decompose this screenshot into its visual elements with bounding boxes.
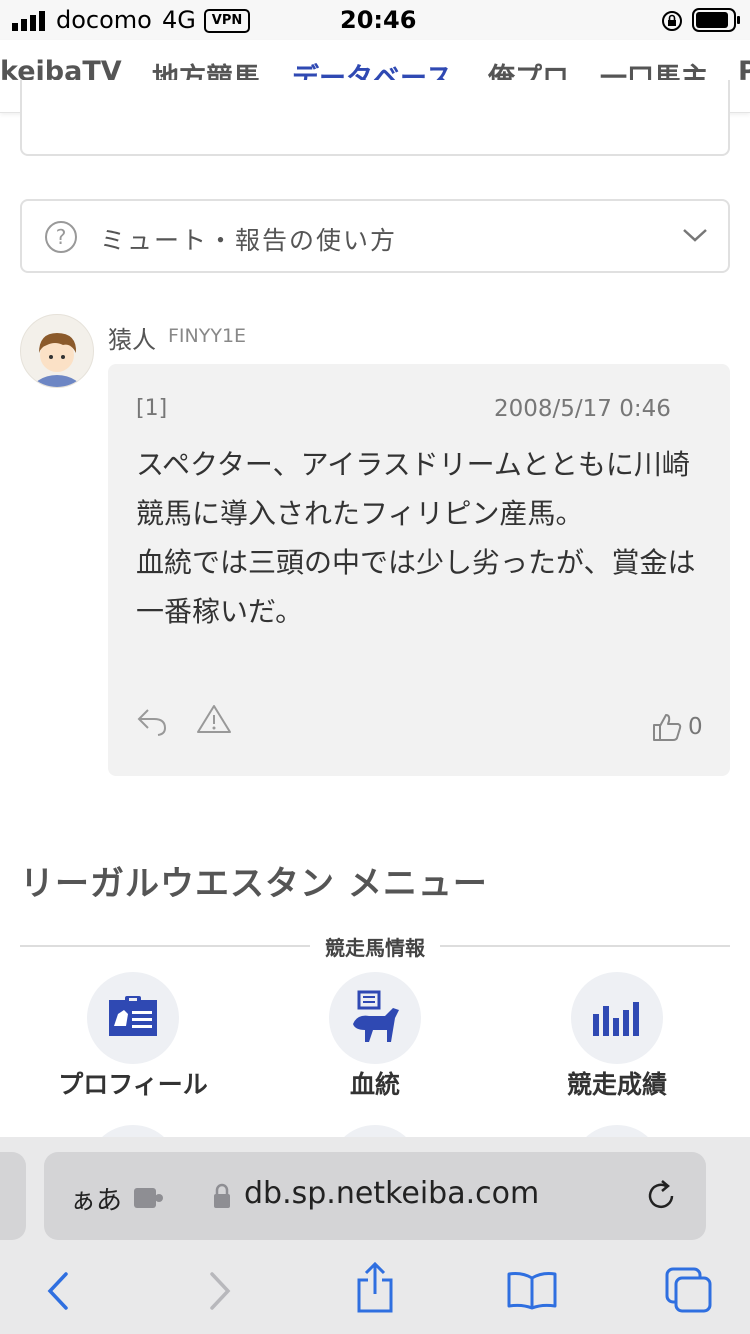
forward-icon[interactable] — [206, 1270, 234, 1312]
network-label: 4G — [162, 6, 196, 34]
lock-icon — [214, 1183, 230, 1208]
carrier-label: docomo — [56, 6, 152, 34]
bookmarks-icon[interactable] — [506, 1270, 558, 1310]
signal-icon — [12, 11, 45, 31]
profile-menu-button[interactable] — [87, 972, 179, 1064]
section-divider-right — [440, 945, 730, 947]
back-icon[interactable] — [44, 1270, 72, 1312]
comment-number: [1] — [136, 396, 168, 421]
help-label: ミュート・報告の使い方 — [100, 226, 398, 255]
user-avatar-icon — [32, 333, 82, 387]
comment-text: スペクター、アイラスドリームとともに川崎競馬に導入されたフィリピン産馬。 血統で… — [136, 448, 696, 628]
clock: 20:46 — [340, 6, 417, 34]
id-card-icon — [109, 996, 157, 1036]
mute-report-help[interactable]: ? ミュート・報告の使い方 — [20, 199, 730, 273]
page-settings-button[interactable]: ぁあ — [70, 1180, 122, 1217]
like-count: 0 — [688, 714, 703, 740]
race-results-menu-label[interactable]: 競走成績 — [497, 1065, 737, 1101]
race-results-menu-button[interactable] — [571, 972, 663, 1064]
tabs-icon[interactable] — [664, 1266, 714, 1314]
status-bar: docomo 4G VPN 20:46 — [0, 0, 750, 40]
comment-user-id: FINYY1E — [168, 325, 247, 347]
bar-chart-icon — [593, 1002, 639, 1036]
thumbs-up-icon[interactable] — [652, 713, 682, 741]
comment-date: 2008/5/17 0:46 — [494, 396, 671, 422]
svg-text:?: ? — [56, 225, 67, 249]
post-comment-box[interactable] — [20, 80, 730, 156]
section-divider-left — [20, 945, 310, 947]
avatar[interactable] — [20, 314, 94, 388]
share-icon[interactable] — [354, 1262, 396, 1314]
horse-menu-title: リーガルウエスタン メニュー — [20, 864, 488, 904]
previous-tab-edge[interactable] — [0, 1152, 26, 1240]
pedigree-menu-label[interactable]: 血統 — [255, 1065, 495, 1101]
address-bar[interactable]: ぁあ db.sp.netkeiba.com — [44, 1152, 706, 1240]
question-icon: ? — [45, 221, 77, 253]
vpn-badge: VPN — [204, 9, 250, 33]
url-text[interactable]: db.sp.netkeiba.com — [244, 1176, 539, 1211]
battery-icon — [692, 8, 740, 32]
report-warning-icon[interactable] — [196, 704, 232, 734]
pedigree-menu-button[interactable] — [329, 972, 421, 1064]
comment-username[interactable]: 猿人 — [108, 320, 156, 355]
orientation-lock-icon — [662, 11, 682, 31]
profile-menu-label[interactable]: プロフィール — [13, 1065, 253, 1101]
horse-pedigree-icon — [353, 990, 399, 1042]
reply-icon[interactable] — [136, 706, 168, 736]
reload-icon[interactable] — [646, 1180, 678, 1214]
tab-more[interactable]: P — [738, 56, 750, 87]
chevron-down-icon — [683, 229, 707, 242]
section-label: 競走馬情報 — [325, 936, 425, 960]
extension-icon[interactable] — [132, 1184, 166, 1210]
